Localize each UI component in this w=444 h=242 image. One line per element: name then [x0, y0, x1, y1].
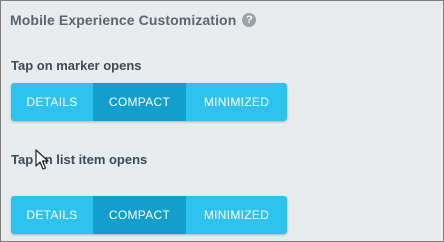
list-item-tap-segmented-control: DETAILS COMPACT MINIMIZED	[11, 196, 287, 234]
marker-tap-label: Tap on marker opens	[11, 58, 142, 73]
help-icon[interactable]: ?	[242, 13, 257, 27]
marker-tap-segmented-control: DETAILS COMPACT MINIMIZED	[11, 83, 287, 121]
list-details-button[interactable]: DETAILS	[11, 196, 93, 234]
marker-compact-button[interactable]: COMPACT	[93, 83, 186, 121]
section-header: Mobile Experience Customization ?	[10, 10, 257, 30]
settings-panel: Mobile Experience Customization ? Tap on…	[0, 0, 444, 242]
list-item-tap-label: Tap on list item opens	[11, 152, 148, 167]
marker-details-button[interactable]: DETAILS	[11, 83, 93, 121]
marker-minimized-button[interactable]: MINIMIZED	[186, 83, 287, 121]
list-compact-button[interactable]: COMPACT	[93, 196, 186, 234]
list-minimized-button[interactable]: MINIMIZED	[186, 196, 287, 234]
section-title: Mobile Experience Customization	[10, 12, 237, 28]
mouse-pointer-icon	[35, 149, 49, 170]
